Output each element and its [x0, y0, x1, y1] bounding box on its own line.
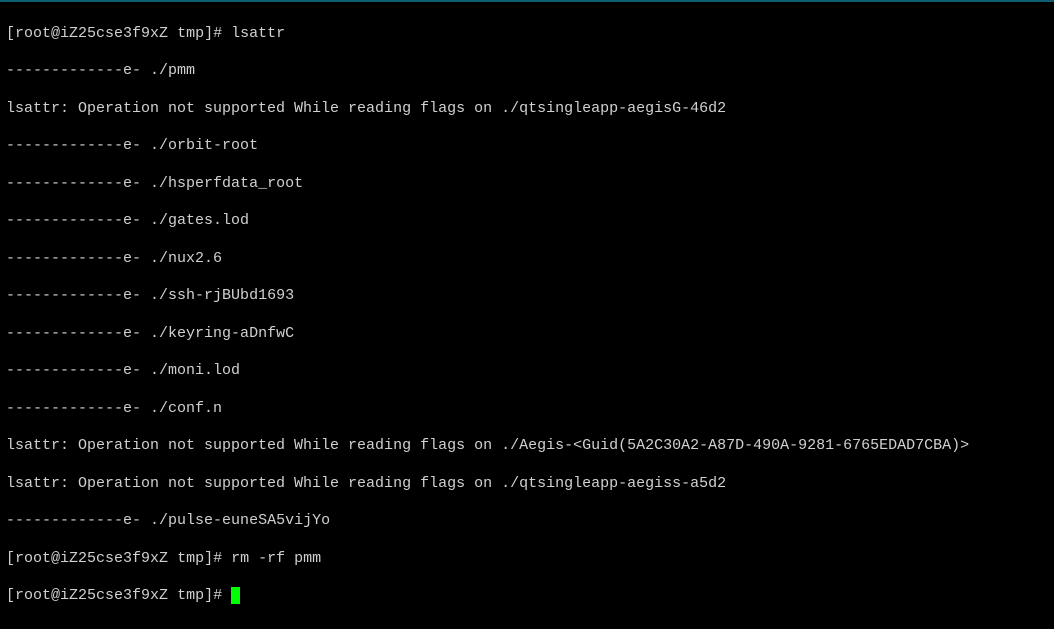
cwd: tmp: [177, 550, 204, 567]
prompt-line: [root@iZ25cse3f9xZ tmp]# rm -rf pmm: [6, 550, 1048, 569]
file-name: ./pulse-euneSA5vijYo: [150, 512, 330, 529]
error-line: lsattr: Operation not supported While re…: [6, 475, 1048, 494]
file-attrs: -------------e-: [6, 287, 141, 304]
file-attrs: -------------e-: [6, 400, 141, 417]
file-attrs: -------------e-: [6, 212, 141, 229]
output-line: -------------e- ./conf.n: [6, 400, 1048, 419]
terminal-window[interactable]: [root@iZ25cse3f9xZ tmp]# lsattr --------…: [0, 2, 1054, 629]
output-line: -------------e- ./orbit-root: [6, 137, 1048, 156]
file-name: ./gates.lod: [150, 212, 249, 229]
error-line: lsattr: Operation not supported While re…: [6, 437, 1048, 456]
file-name: ./keyring-aDnfwC: [150, 325, 294, 342]
file-attrs: -------------e-: [6, 175, 141, 192]
output-line: -------------e- ./moni.lod: [6, 362, 1048, 381]
file-attrs: -------------e-: [6, 362, 141, 379]
file-name: ./orbit-root: [150, 137, 258, 154]
file-name: ./moni.lod: [150, 362, 240, 379]
file-name: ./pmm: [150, 62, 195, 79]
file-attrs: -------------e-: [6, 325, 141, 342]
file-attrs: -------------e-: [6, 62, 141, 79]
file-attrs: -------------e-: [6, 512, 141, 529]
cursor-icon: [231, 587, 240, 604]
output-line: -------------e- ./gates.lod: [6, 212, 1048, 231]
file-name: ./nux2.6: [150, 250, 222, 267]
output-line: -------------e- ./hsperfdata_root: [6, 175, 1048, 194]
prompt-line: [root@iZ25cse3f9xZ tmp]# lsattr: [6, 25, 1048, 44]
output-line: -------------e- ./ssh-rjBUbd1693: [6, 287, 1048, 306]
file-attrs: -------------e-: [6, 137, 141, 154]
output-line: -------------e- ./pmm: [6, 62, 1048, 81]
cwd: tmp: [177, 25, 204, 42]
output-line: -------------e- ./pulse-euneSA5vijYo: [6, 512, 1048, 531]
prompt-line: [root@iZ25cse3f9xZ tmp]#: [6, 587, 1048, 606]
output-line: -------------e- ./keyring-aDnfwC: [6, 325, 1048, 344]
file-name: ./ssh-rjBUbd1693: [150, 287, 294, 304]
command-input[interactable]: lsattr: [231, 25, 285, 42]
output-line: -------------e- ./nux2.6: [6, 250, 1048, 269]
user-host: root@iZ25cse3f9xZ: [15, 550, 168, 567]
file-name: ./conf.n: [150, 400, 222, 417]
cwd: tmp: [177, 587, 204, 604]
user-host: root@iZ25cse3f9xZ: [15, 587, 168, 604]
file-attrs: -------------e-: [6, 250, 141, 267]
user-host: root@iZ25cse3f9xZ: [15, 25, 168, 42]
command-input[interactable]: rm -rf pmm: [231, 550, 321, 567]
error-line: lsattr: Operation not supported While re…: [6, 100, 1048, 119]
file-name: ./hsperfdata_root: [150, 175, 303, 192]
